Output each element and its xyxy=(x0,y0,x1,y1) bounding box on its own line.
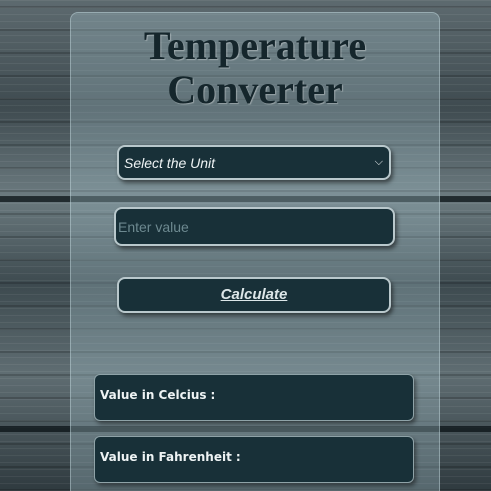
unit-select-value: Select the Unit xyxy=(124,155,216,171)
fahrenheit-separator: : xyxy=(235,450,241,464)
page-title: Temperature Converter xyxy=(70,24,440,112)
calculate-button[interactable]: Calculate xyxy=(117,277,391,313)
value-input-wrapper xyxy=(114,207,395,246)
title-line-2: Converter xyxy=(167,67,343,112)
fahrenheit-result: Value in Fahrenheit: xyxy=(94,436,414,483)
value-input[interactable] xyxy=(116,209,393,244)
celsius-separator: : xyxy=(210,388,216,402)
fahrenheit-label-text: Value in Fahrenheit xyxy=(100,450,232,464)
title-line-1: Temperature xyxy=(143,23,367,68)
celsius-result: Value in Celcius: xyxy=(94,374,414,421)
celsius-result-label: Value in Celcius: xyxy=(100,388,215,402)
celsius-label-text: Value in Celcius xyxy=(100,388,207,402)
unit-select[interactable]: Select the Unit ⌵ xyxy=(117,145,391,180)
chevron-down-icon: ⌵ xyxy=(374,156,383,168)
fahrenheit-result-label: Value in Fahrenheit: xyxy=(100,450,241,464)
